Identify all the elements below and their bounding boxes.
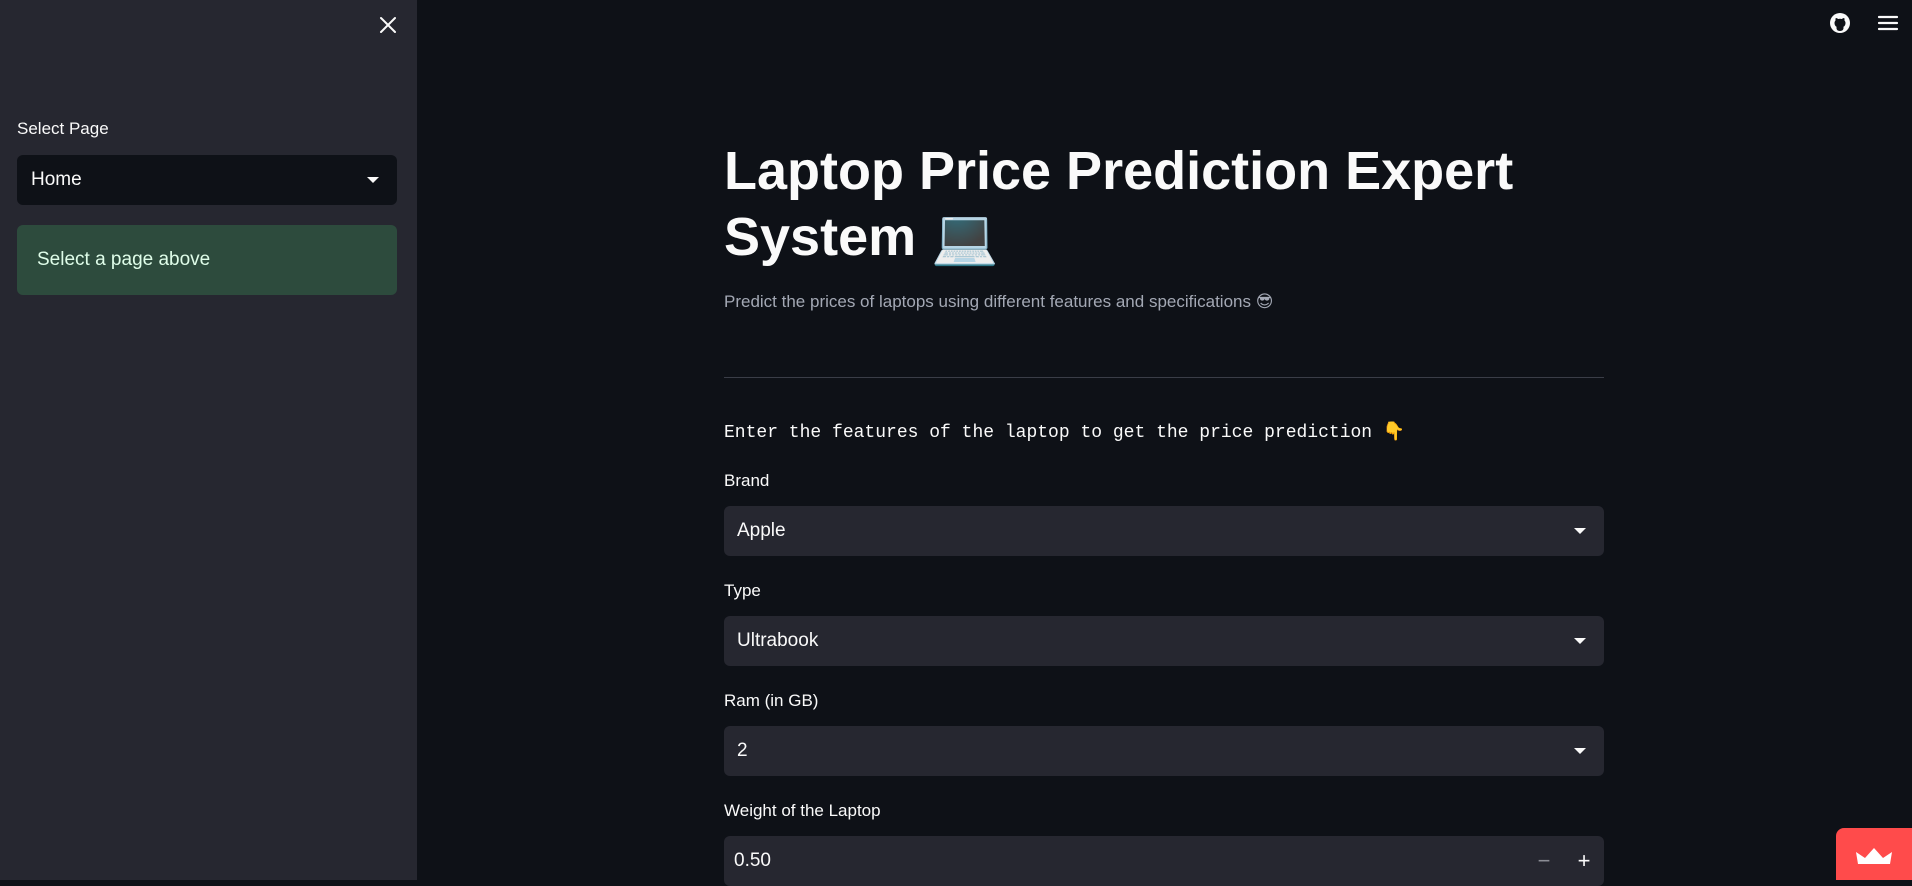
weight-value: 0.50: [734, 850, 771, 871]
streamlit-badge[interactable]: [1836, 828, 1912, 880]
type-select[interactable]: Ultrabook: [724, 616, 1604, 666]
info-text: Select a page above: [37, 249, 211, 270]
type-value: Ultrabook: [737, 630, 819, 651]
brand-value: Apple: [737, 520, 786, 541]
increment-button[interactable]: +: [1564, 836, 1604, 886]
sidebar: Select Page Home Select a page above: [0, 0, 417, 880]
divider: [724, 377, 1604, 378]
decrement-button[interactable]: −: [1524, 836, 1564, 886]
brand-label: Brand: [724, 471, 770, 490]
select-page-dropdown[interactable]: Home: [17, 155, 397, 205]
page-title-line1: Laptop Price Prediction Expert: [724, 141, 1514, 201]
close-sidebar-icon[interactable]: [376, 13, 400, 37]
instruction-text: Enter the features of the laptop to get …: [724, 423, 1406, 443]
hamburger-menu-icon[interactable]: [1876, 11, 1900, 35]
brand-select[interactable]: Apple: [724, 506, 1604, 556]
ram-label: Ram (in GB): [724, 691, 819, 710]
page-title: Laptop Price Prediction Expert System 💻: [724, 138, 1604, 270]
info-box: Select a page above: [17, 225, 397, 295]
page-subtitle: Predict the prices of laptops using diff…: [724, 292, 1274, 311]
ram-select[interactable]: 2: [724, 726, 1604, 776]
type-label: Type: [724, 581, 761, 600]
chevron-down-icon: [1574, 528, 1586, 534]
main-content: Laptop Price Prediction Expert System 💻 …: [724, 0, 1604, 886]
crown-icon: [1856, 848, 1892, 864]
chevron-down-icon: [367, 177, 379, 183]
page-title-line2: System 💻: [724, 207, 999, 267]
select-page-label: Select Page: [17, 119, 109, 138]
chevron-down-icon: [1574, 748, 1586, 754]
chevron-down-icon: [1574, 638, 1586, 644]
weight-label: Weight of the Laptop: [724, 801, 881, 820]
github-icon[interactable]: [1828, 11, 1852, 35]
weight-number-input[interactable]: 0.50 − +: [724, 836, 1604, 886]
select-page-value: Home: [31, 169, 82, 190]
ram-value: 2: [737, 740, 748, 761]
